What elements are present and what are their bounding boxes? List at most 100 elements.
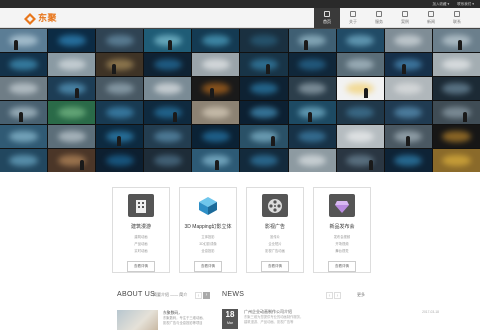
video-thumbnail[interactable] [96, 29, 144, 52]
site-logo[interactable]: 东聚 [24, 11, 57, 25]
news-item[interactable]: 广州企业动画制作公司介绍 东聚三维为您提供专业的动画制作服务， 建筑漫游、产品动… [244, 309, 439, 325]
service-detail-button[interactable]: 查看详情 [261, 261, 289, 272]
video-thumbnail[interactable] [432, 53, 480, 76]
video-thumbnail[interactable] [96, 149, 144, 172]
news-prev-arrow-icon[interactable]: ‹ [326, 292, 333, 299]
top-link-contact[interactable]: 联系我们 ▾ [457, 2, 474, 7]
video-thumbnail[interactable] [240, 149, 288, 172]
nav-home[interactable]: 首页 [314, 8, 340, 28]
service-card-3d-mapping[interactable]: 3D Mapping幻影立体 立体投影 3D幻影成像 全息投影 查看详情 [179, 187, 237, 273]
video-thumbnail[interactable] [144, 29, 192, 52]
video-thumbnail[interactable] [0, 29, 48, 52]
video-thumbnail[interactable] [144, 125, 192, 148]
service-lines: 建筑动画 产品动画 实时动画 [134, 234, 147, 253]
nav-about[interactable]: 关于 [340, 8, 366, 28]
video-thumbnail[interactable] [240, 53, 288, 76]
top-links: 加入收藏 ▾ 联系我们 ▾ [433, 0, 474, 8]
video-thumbnail[interactable] [384, 101, 432, 124]
service-card-architecture[interactable]: 建筑漫游 建筑动画 产品动画 实时动画 查看详情 [112, 187, 170, 273]
video-thumbnail[interactable] [288, 53, 336, 76]
video-thumbnail[interactable] [240, 29, 288, 52]
service-detail-button[interactable]: 查看详情 [194, 261, 222, 272]
video-thumbnail[interactable] [432, 77, 480, 100]
video-thumbnail[interactable] [432, 149, 480, 172]
video-thumbnail[interactable] [192, 53, 240, 76]
video-thumbnail[interactable] [48, 101, 96, 124]
video-thumbnail[interactable] [144, 101, 192, 124]
video-thumbnail[interactable] [48, 77, 96, 100]
video-thumbnail[interactable] [96, 77, 144, 100]
video-thumbnail[interactable] [432, 125, 480, 148]
video-thumbnail[interactable] [48, 125, 96, 148]
video-thumbnail[interactable] [384, 53, 432, 76]
video-thumbnail[interactable] [288, 125, 336, 148]
nav-news[interactable]: 新闻 [418, 8, 444, 28]
thumbnail-highlight [394, 82, 423, 95]
thumbnail-highlight [9, 130, 38, 143]
video-thumbnail[interactable] [432, 29, 480, 52]
video-thumbnail[interactable] [96, 125, 144, 148]
video-thumbnail[interactable] [336, 53, 384, 76]
video-thumbnail[interactable] [336, 125, 384, 148]
video-thumbnail[interactable] [240, 77, 288, 100]
video-thumbnail[interactable] [48, 53, 96, 76]
video-thumbnail[interactable] [0, 101, 48, 124]
thumbnail-figure [210, 87, 215, 98]
video-thumbnail[interactable] [144, 77, 192, 100]
video-thumbnail[interactable] [384, 77, 432, 100]
video-thumbnail[interactable] [0, 149, 48, 172]
service-detail-button[interactable]: 查看详情 [127, 261, 155, 272]
news-date-badge: 18 Mar [222, 309, 238, 329]
service-card-product-launch[interactable]: 新品发布会 发布会视频 开场视频 舞台视觉 查看详情 [313, 187, 371, 273]
video-thumbnail[interactable] [288, 101, 336, 124]
service-detail-button[interactable]: 查看详情 [328, 261, 356, 272]
video-thumbnail[interactable] [144, 149, 192, 172]
video-thumbnail[interactable] [288, 77, 336, 100]
video-thumbnail[interactable] [192, 125, 240, 148]
nav-contact[interactable]: 联系 [444, 8, 470, 28]
thumbnail-figure [168, 39, 173, 50]
video-thumbnail[interactable] [96, 53, 144, 76]
video-thumbnail[interactable] [96, 101, 144, 124]
nav-services[interactable]: 服务 [366, 8, 392, 28]
video-thumbnail[interactable] [240, 101, 288, 124]
about-prev-arrow-icon[interactable]: ‹ [195, 292, 202, 299]
video-thumbnail[interactable] [192, 149, 240, 172]
video-thumbnail[interactable] [0, 53, 48, 76]
thumbnail-highlight [298, 106, 327, 119]
video-thumbnail[interactable] [336, 29, 384, 52]
thumbnail-figure [112, 63, 117, 74]
thumbnail-highlight [105, 34, 134, 47]
video-thumbnail[interactable] [336, 149, 384, 172]
about-next-arrow-icon[interactable]: › [203, 292, 210, 299]
video-thumbnail[interactable] [192, 29, 240, 52]
video-thumbnail[interactable] [240, 125, 288, 148]
video-thumbnail[interactable] [144, 53, 192, 76]
news-item-time: 2017-03-18 [422, 310, 439, 314]
video-thumbnail[interactable] [0, 77, 48, 100]
thumbnail-highlight [249, 58, 279, 71]
video-thumbnail[interactable] [0, 125, 48, 148]
video-thumbnail[interactable] [336, 77, 384, 100]
thumbnail-highlight [249, 154, 279, 167]
video-thumbnail[interactable] [48, 29, 96, 52]
video-thumbnail[interactable] [288, 149, 336, 172]
about-thumbnail[interactable] [117, 310, 158, 330]
thumbnail-highlight [442, 82, 471, 95]
service-card-film-ads[interactable]: 影视广告 宣传片 企业短片 影视广告动画 查看详情 [246, 187, 304, 273]
video-thumbnail[interactable] [48, 149, 96, 172]
video-thumbnail[interactable] [192, 101, 240, 124]
video-thumbnail[interactable] [384, 29, 432, 52]
thumbnail-highlight [57, 34, 86, 47]
nav-cases[interactable]: 案例 [392, 8, 418, 28]
video-thumbnail[interactable] [288, 29, 336, 52]
video-thumbnail[interactable] [432, 101, 480, 124]
top-link-favorite[interactable]: 加入收藏 ▾ [433, 2, 450, 7]
video-thumbnail[interactable] [336, 101, 384, 124]
thumbnail-highlight [346, 130, 375, 143]
video-thumbnail[interactable] [192, 77, 240, 100]
news-more-link[interactable]: 更多 [357, 292, 365, 298]
video-thumbnail[interactable] [384, 125, 432, 148]
video-thumbnail[interactable] [384, 149, 432, 172]
news-next-arrow-icon[interactable]: › [334, 292, 341, 299]
